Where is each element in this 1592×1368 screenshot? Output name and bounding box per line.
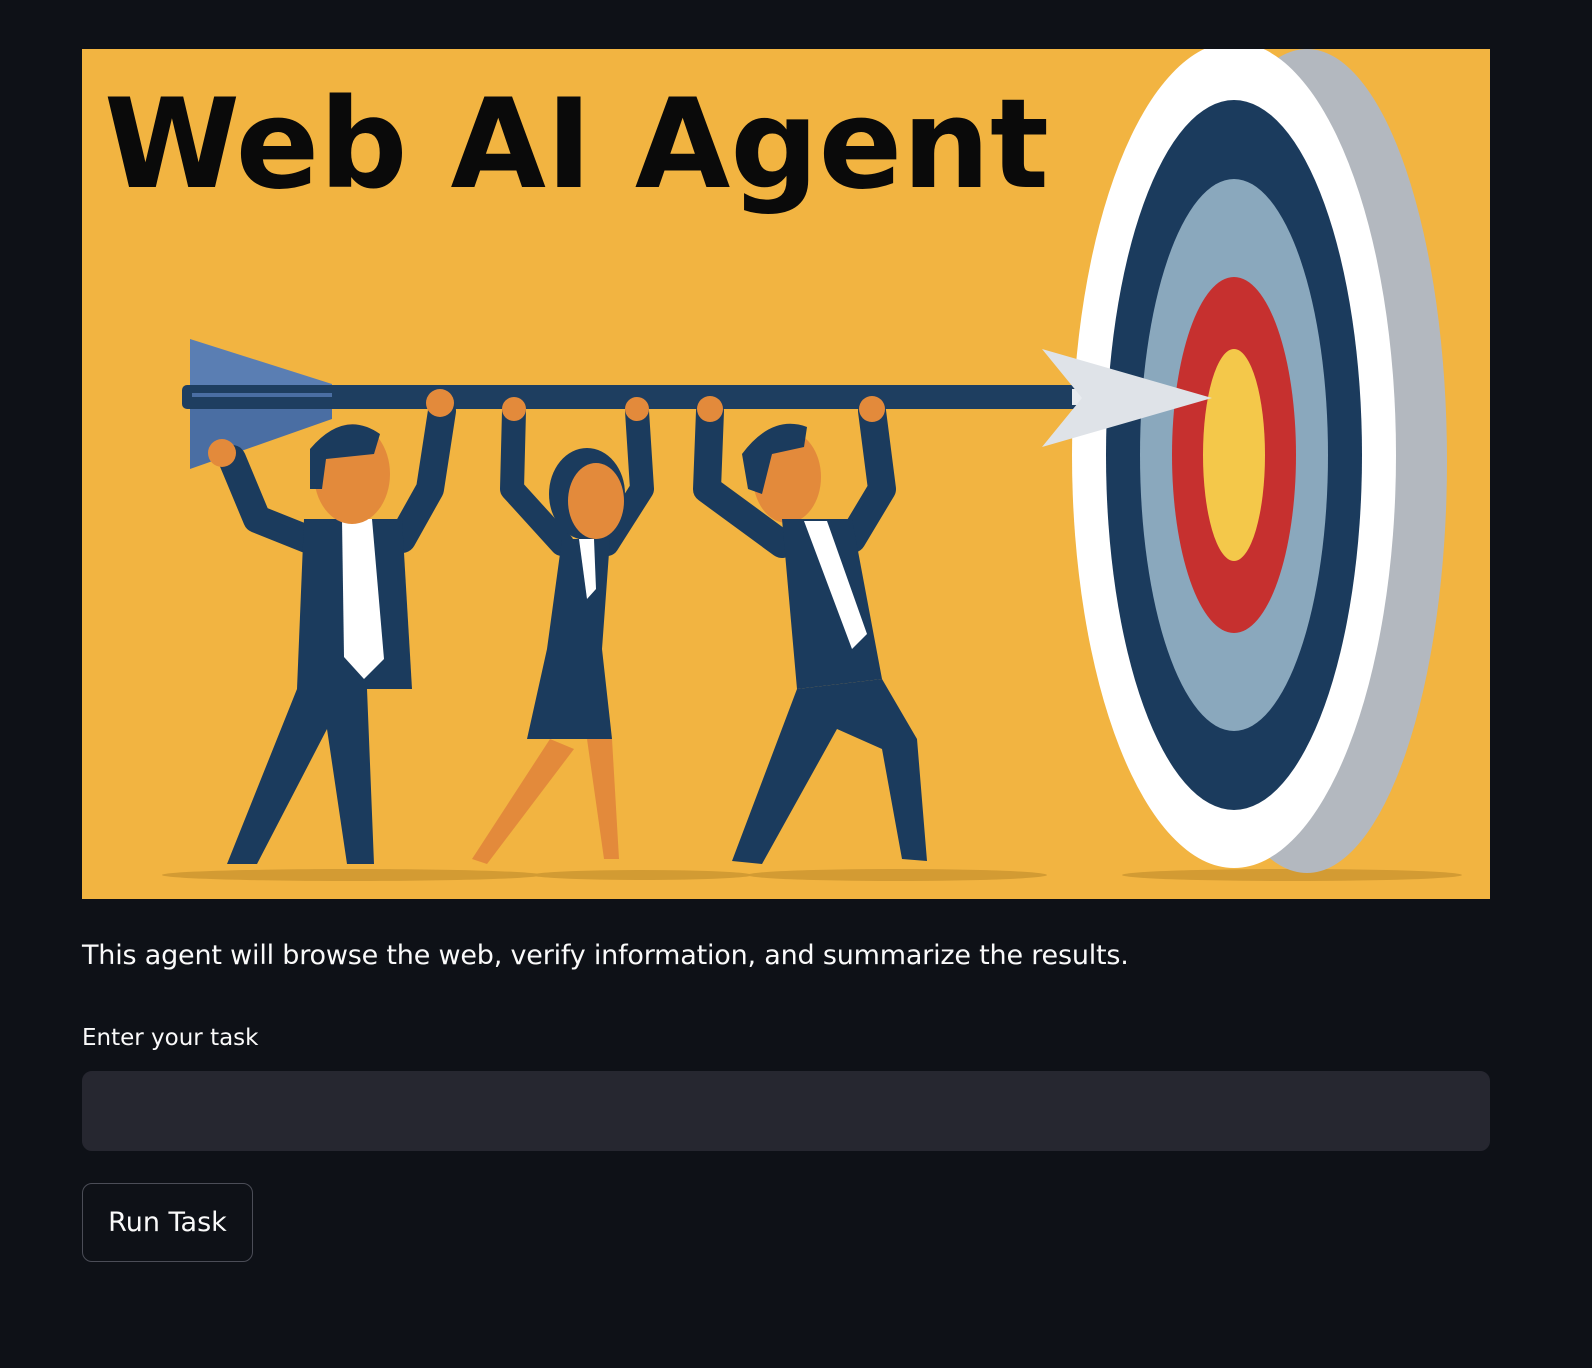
hero-banner-image: Web AI Agent: [82, 49, 1490, 899]
target-icon: [1072, 49, 1447, 873]
run-task-button[interactable]: Run Task: [82, 1183, 253, 1262]
task-input[interactable]: [82, 1071, 1490, 1151]
description-text: This agent will browse the web, verify i…: [82, 940, 1129, 971]
ground-shadows: [162, 869, 1462, 881]
hero-title: Web AI Agent: [104, 73, 1049, 217]
app-page: Web AI Agent This agent will browse the …: [0, 0, 1592, 1368]
task-input-label: Enter your task: [82, 1025, 259, 1051]
